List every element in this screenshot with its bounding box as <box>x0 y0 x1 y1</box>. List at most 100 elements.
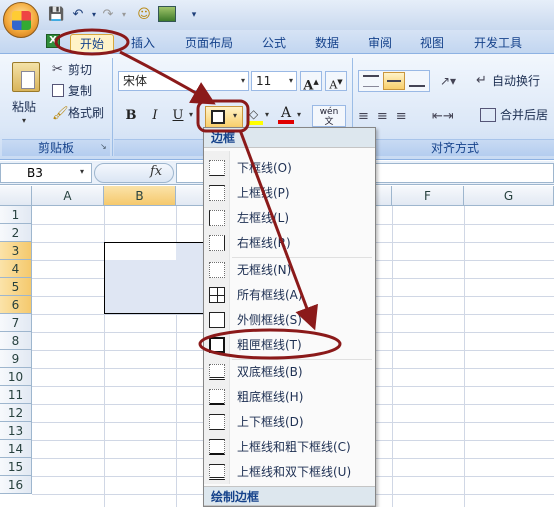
underline-button[interactable]: U <box>167 106 189 126</box>
top-thick-bottom-border-icon <box>209 439 225 455</box>
menu-item-top-border[interactable]: 上框线(P) <box>231 181 371 205</box>
copy-button[interactable]: 复制 <box>68 82 92 100</box>
name-box[interactable]: B3 <box>0 163 92 183</box>
border-dropdown-icon[interactable]: ▾ <box>233 111 237 120</box>
menu-item-right-border[interactable]: 右框线(R) <box>231 231 371 255</box>
draw-borders-header: 绘制边框 <box>204 486 375 506</box>
fill-color-icon[interactable]: ◇ <box>247 107 265 125</box>
scissors-icon: ✂ <box>52 62 63 77</box>
row-header[interactable]: 6 <box>0 296 32 314</box>
row-header[interactable]: 16 <box>0 476 32 494</box>
menu-item-thick-bottom-border[interactable]: 粗底框线(H) <box>231 385 371 409</box>
menu-item-top-double-bottom-border[interactable]: 上框线和双下框线(U) <box>231 460 371 484</box>
border-button[interactable]: ▾ <box>205 106 243 128</box>
fill-color-dropdown-icon[interactable]: ▾ <box>265 110 269 119</box>
top-bottom-border-icon <box>209 414 225 430</box>
row-header[interactable]: 3 <box>0 242 32 260</box>
horizontal-align-group[interactable]: ≡≡≡ <box>358 106 430 128</box>
menu-item-thick-box-border[interactable]: 粗匣框线(T) <box>231 333 371 357</box>
bold-button[interactable]: B <box>120 106 142 126</box>
row-header[interactable]: 14 <box>0 440 32 458</box>
merge-center-button[interactable]: 合并后居 <box>500 106 548 124</box>
shrink-font-button[interactable]: A▼ <box>325 71 347 92</box>
redo-icon[interactable]: ↷ <box>100 7 116 23</box>
tab-data[interactable]: 数据 <box>315 34 339 52</box>
all-borders-icon <box>209 287 225 303</box>
menu-item-bottom-border[interactable]: 下框线(O) <box>231 156 371 180</box>
row-header[interactable]: 8 <box>0 332 32 350</box>
align-bottom-icon[interactable] <box>409 75 425 87</box>
menu-header: 边框 <box>204 128 375 148</box>
office-logo-icon <box>12 11 31 30</box>
fx-icon[interactable]: fx <box>150 164 162 179</box>
smiley-icon[interactable]: ☺ <box>136 7 152 23</box>
tab-formulas[interactable]: 公式 <box>262 34 286 52</box>
font-size-combo[interactable]: 11 ▾ <box>251 71 297 91</box>
row-header[interactable]: 12 <box>0 404 32 422</box>
no-border-icon <box>209 262 225 278</box>
orientation-icon[interactable]: ↗▾ <box>434 70 462 92</box>
italic-button[interactable]: I <box>144 106 166 126</box>
row-header[interactable]: 4 <box>0 260 32 278</box>
menu-item-double-bottom-border[interactable]: 双底框线(B) <box>231 360 371 384</box>
paste-dropdown-icon[interactable]: ▾ <box>22 116 26 125</box>
name-box-dropdown-icon[interactable]: ▾ <box>80 167 84 176</box>
paste-icon[interactable] <box>12 62 40 92</box>
row-header[interactable]: 1 <box>0 206 32 224</box>
chevron-down-icon[interactable]: ▾ <box>289 72 293 90</box>
merge-center-icon <box>480 108 496 122</box>
tab-review[interactable]: 审阅 <box>368 34 392 52</box>
column-header[interactable]: G <box>464 186 554 206</box>
save-icon[interactable]: 💾 <box>48 7 64 23</box>
menu-item-top-thick-bottom-border[interactable]: 上框线和粗下框线(C) <box>231 435 371 459</box>
tab-developer[interactable]: 开发工具 <box>474 34 522 52</box>
row-header[interactable]: 2 <box>0 224 32 242</box>
select-all-corner[interactable] <box>0 186 32 206</box>
font-name-value: 宋体 <box>123 74 148 88</box>
tab-page-layout[interactable]: 页面布局 <box>185 34 233 52</box>
undo-icon[interactable]: ↶ <box>70 7 86 23</box>
tab-insert[interactable]: 插入 <box>131 34 155 52</box>
row-header[interactable]: 9 <box>0 350 32 368</box>
row-header[interactable]: 5 <box>0 278 32 296</box>
row-header[interactable]: 10 <box>0 368 32 386</box>
row-header[interactable]: 15 <box>0 458 32 476</box>
menu-item-top-bottom-border[interactable]: 上下框线(D) <box>231 410 371 434</box>
office-button[interactable] <box>3 2 39 38</box>
wrap-text-button[interactable]: 自动换行 <box>492 72 540 90</box>
left-border-icon <box>209 210 225 226</box>
format-painter-button[interactable]: 格式刷 <box>68 104 104 122</box>
cut-button[interactable]: 剪切 <box>68 61 92 79</box>
vertical-align-group <box>358 70 430 92</box>
row-header[interactable]: 7 <box>0 314 32 332</box>
customize-arrow-icon[interactable]: ▾ <box>186 7 202 23</box>
menu-item-no-border[interactable]: 无框线(N) <box>231 258 371 282</box>
align-middle-icon[interactable] <box>383 72 405 90</box>
font-color-dropdown-icon[interactable]: ▾ <box>297 110 301 119</box>
indent-buttons[interactable]: ⇤⇥ <box>432 106 472 128</box>
picture-icon[interactable] <box>158 6 176 22</box>
font-size-value: 11 <box>256 74 272 88</box>
menu-item-left-border[interactable]: 左框线(L) <box>231 206 371 230</box>
row-header[interactable]: 11 <box>0 386 32 404</box>
selected-range[interactable] <box>104 242 214 314</box>
column-header[interactable]: A <box>32 186 104 206</box>
phonetic-button[interactable]: wén 文 <box>312 105 346 127</box>
active-cell[interactable] <box>105 243 176 260</box>
redo-dropdown-icon[interactable]: ▾ <box>116 7 132 23</box>
tab-home[interactable]: 开始 <box>70 34 114 52</box>
column-header[interactable]: B <box>104 186 176 206</box>
paste-button[interactable]: 粘贴 <box>12 98 36 116</box>
align-top-icon[interactable] <box>363 75 379 87</box>
font-name-combo[interactable]: 宋体 ▾ <box>118 71 249 91</box>
font-color-icon[interactable]: A <box>278 105 296 125</box>
chevron-down-icon[interactable]: ▾ <box>241 72 245 90</box>
grow-font-button[interactable]: A▲ <box>300 71 322 93</box>
row-header[interactable]: 13 <box>0 422 32 440</box>
menu-item-outside-borders[interactable]: 外侧框线(S) <box>231 308 371 332</box>
tab-view[interactable]: 视图 <box>420 34 444 52</box>
column-header[interactable]: F <box>392 186 464 206</box>
dialog-launcher-icon[interactable]: ↘ <box>100 142 107 151</box>
menu-item-all-borders[interactable]: 所有框线(A) <box>231 283 371 307</box>
underline-dropdown-icon[interactable]: ▾ <box>189 110 193 119</box>
